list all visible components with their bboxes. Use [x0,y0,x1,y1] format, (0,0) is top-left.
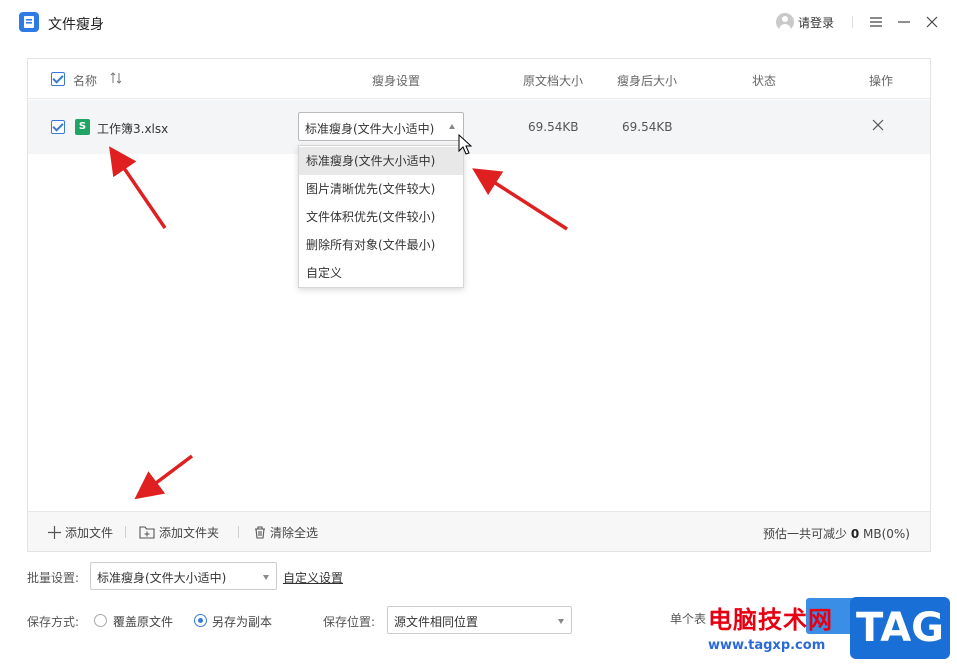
watermark-text: 电脑技术网 [708,606,833,634]
clear-all-label: 清除全选 [270,526,319,540]
trash-icon [255,526,265,539]
header-setting: 瘦身设置 [372,74,421,88]
header-orig-size: 原文档大小 [523,74,584,88]
app-title: 文件瘦身 [48,17,104,33]
batch-setting-value: 标准瘦身(文件大小适中) [97,571,227,585]
save-copy-radio[interactable] [194,614,207,627]
select-all-checkbox[interactable] [51,72,65,86]
header-action: 操作 [869,74,894,88]
mouse-cursor-icon [458,134,472,155]
estimate-value: 0 [850,527,860,541]
batch-setting-select[interactable]: 标准瘦身(文件大小适中) [90,562,277,590]
xlsx-file-icon: S [75,119,90,135]
minimize-icon[interactable] [894,12,914,32]
header-new-size: 瘦身后大小 [617,74,678,88]
sort-icon[interactable] [110,72,122,87]
table-header: 名称 瘦身设置 原文档大小 瘦身后大小 状态 操作 [28,59,930,99]
save-location-select[interactable]: 源文件相同位置 [387,606,572,634]
row-setting-select[interactable]: 标准瘦身(文件大小适中) [298,112,464,141]
header-status: 状态 [752,74,777,88]
batch-setting-label: 批量设置: [27,571,80,585]
close-window-icon[interactable] [922,12,942,32]
single-label: 单个表 [670,612,707,626]
add-folder-icon [139,526,155,539]
add-folder-label: 添加文件夹 [159,526,220,540]
dropdown-option[interactable]: 自定义 [299,259,463,287]
row-checkbox[interactable] [51,120,65,134]
add-file-button[interactable]: 添加文件 [48,524,113,541]
add-folder-button[interactable]: 添加文件夹 [139,524,219,541]
login-button[interactable]: 请登录 [776,12,834,32]
row-setting-value: 标准瘦身(文件大小适中) [305,122,435,136]
footer-separator [125,526,126,538]
file-list-panel: 名称 瘦身设置 原文档大小 瘦身后大小 状态 操作 S 工作簿3.xlsx 标准… [27,58,931,552]
estimate-suffix: MB(0%) [863,527,910,541]
estimate-prefix: 预估一共可减少 [762,527,847,541]
user-avatar-icon [776,13,794,31]
login-label: 请登录 [798,15,835,30]
custom-setting-link[interactable]: 自定义设置 [283,569,343,586]
orig-size-cell: 69.54KB [528,120,579,134]
plus-icon [48,526,61,539]
save-mode-label: 保存方式: [27,615,80,629]
overwrite-label: 覆盖原文件 [113,615,174,629]
save-location-label: 保存位置: [323,615,376,629]
dropdown-option[interactable]: 标准瘦身(文件大小适中) [299,147,463,175]
clear-all-button[interactable]: 清除全选 [254,524,318,541]
watermark-tag-logo: TAG [850,597,950,659]
save-location-value: 源文件相同位置 [394,615,479,629]
chevron-down-icon [263,575,269,580]
save-copy-label: 另存为副本 [212,615,273,629]
menu-icon[interactable] [866,12,886,32]
file-name: 工作簿3.xlsx [97,122,169,136]
dropdown-option[interactable]: 删除所有对象(文件最小) [299,231,463,259]
panel-footer: 添加文件 添加文件夹 清除全选 预估一共可减少 0 MB(0%) [28,511,930,551]
remove-row-icon[interactable] [872,119,884,134]
app-logo-icon [19,12,39,32]
table-row[interactable]: S 工作簿3.xlsx 标准瘦身(文件大小适中) 69.54KB 69.54KB [28,100,930,154]
watermark-url: www.tagxp.com [708,638,826,653]
header-name: 名称 [73,74,98,88]
title-separator [852,16,853,28]
estimate-text: 预估一共可减少 0 MB(0%) [763,525,910,542]
title-bar: 文件瘦身 请登录 [0,0,957,44]
overwrite-radio[interactable] [94,614,107,627]
chevron-down-icon [558,619,564,624]
setting-dropdown-menu: 标准瘦身(文件大小适中) 图片清晰优先(文件较大) 文件体积优先(文件较小) 删… [298,145,464,288]
new-size-cell: 69.54KB [622,120,673,134]
dropdown-option[interactable]: 文件体积优先(文件较小) [299,203,463,231]
dropdown-option[interactable]: 图片清晰优先(文件较大) [299,175,463,203]
add-file-label: 添加文件 [65,526,114,540]
caret-up-icon [449,124,455,129]
footer-separator [238,526,239,538]
